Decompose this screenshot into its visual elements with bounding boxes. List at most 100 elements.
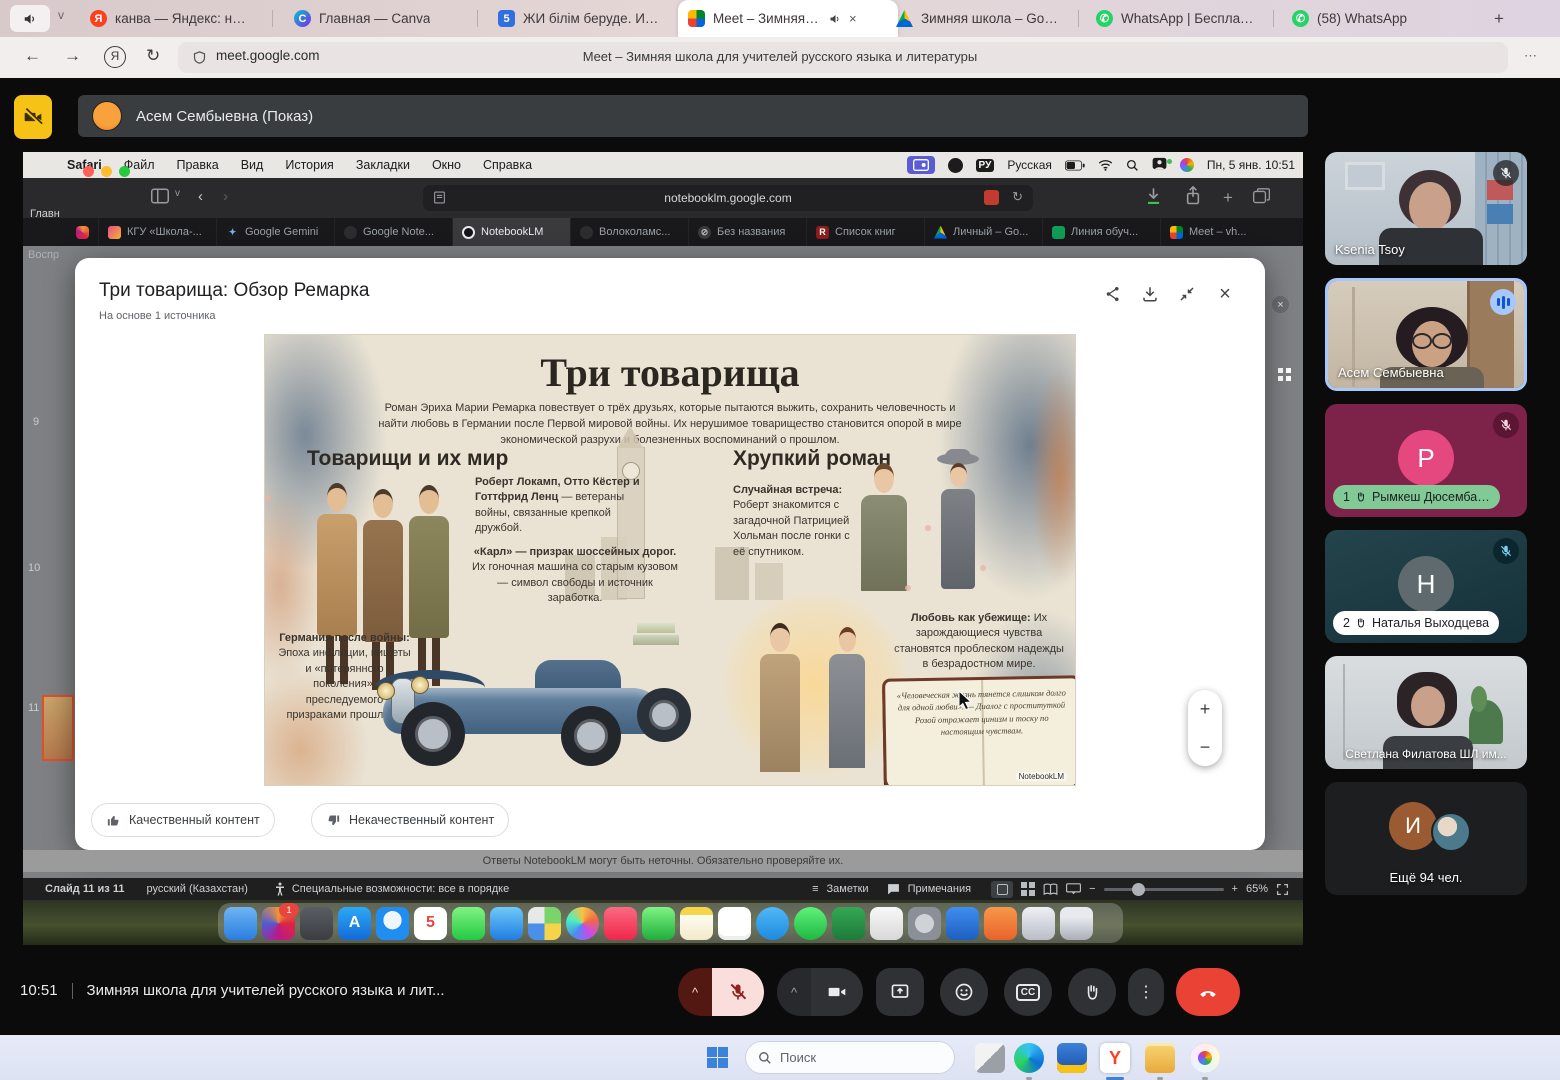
collapse-button[interactable] xyxy=(1175,282,1199,306)
participant-tile-asem-speaking[interactable]: Асем Сембыевна xyxy=(1325,278,1527,391)
menu-edit[interactable]: Правка xyxy=(176,158,218,172)
comments-icon[interactable] xyxy=(887,883,900,895)
mic-options-button[interactable]: ^ xyxy=(678,968,712,1016)
safari-address-bar[interactable]: notebooklm.google.com ↻ xyxy=(423,185,1033,211)
participant-tile-natalya[interactable]: Н 2 Наталья Выходцева xyxy=(1325,530,1527,643)
taskbar-icon-widgets[interactable] xyxy=(975,1043,1005,1073)
safari-tab-2[interactable]: Google Note... xyxy=(335,218,453,246)
windows-start-button[interactable] xyxy=(707,1047,728,1068)
safari-tab-7[interactable]: Личный – Go... xyxy=(925,218,1043,246)
present-button[interactable] xyxy=(876,968,924,1016)
safari-tab-5[interactable]: ⊘Без названия xyxy=(689,218,807,246)
dock-icon-trash[interactable] xyxy=(1060,907,1093,940)
share-icon[interactable] xyxy=(1185,186,1201,205)
participant-tile-rymkesh[interactable]: Р 1 Рымкеш Дюсембаева xyxy=(1325,404,1527,517)
more-icon[interactable]: ⋯ xyxy=(1524,48,1538,64)
dock-icon-keynote[interactable] xyxy=(946,907,979,940)
safari-tab-3-active[interactable]: NotebookLM xyxy=(453,218,571,246)
dock-icon-app-store[interactable]: A xyxy=(338,907,371,940)
raise-hand-button[interactable] xyxy=(1068,968,1116,1016)
dock-icon-whatsapp[interactable] xyxy=(794,907,827,940)
pinned-tab[interactable] xyxy=(67,218,99,246)
zoom-in-icon[interactable]: + xyxy=(1232,883,1238,895)
new-tab-button[interactable]: + xyxy=(1486,6,1512,32)
dock-icon-telegram[interactable] xyxy=(756,907,789,940)
sidebar-icon[interactable] xyxy=(151,188,169,204)
captions-button[interactable]: CC xyxy=(1004,968,1052,1016)
menu-bookmarks[interactable]: Закладки xyxy=(356,158,410,172)
slide-counter[interactable]: Слайд 11 из 11 xyxy=(45,883,124,895)
safari-back-icon[interactable]: ‹ xyxy=(198,188,203,205)
accessibility-status[interactable]: Специальные возможности: все в порядке xyxy=(292,883,509,895)
safari-tab-1[interactable]: ✦Google Gemini xyxy=(217,218,335,246)
book-view-icon[interactable] xyxy=(1043,883,1058,896)
notes-lines-icon[interactable]: ≡ xyxy=(812,883,818,895)
taskbar-search[interactable]: Поиск xyxy=(745,1041,955,1074)
close-window-button[interactable] xyxy=(83,166,94,177)
zoom-slider[interactable] xyxy=(1104,888,1224,891)
zoom-out-button[interactable]: − xyxy=(1200,737,1211,758)
tab-sound-icon[interactable] xyxy=(829,13,841,25)
bad-content-button[interactable]: Некачественный контент xyxy=(311,803,509,837)
menu-clock[interactable]: Пн, 5 янв. 10:51 xyxy=(1207,158,1295,172)
menu-history[interactable]: История xyxy=(285,158,333,172)
camera-off-banner[interactable] xyxy=(14,95,52,139)
camera-toggle-button[interactable] xyxy=(811,968,863,1016)
dock-icon-safari[interactable] xyxy=(376,907,409,940)
browser-tab-yandex[interactable]: Я канва — Яндекс: нашлась xyxy=(80,0,290,37)
fullscreen-icon[interactable] xyxy=(1276,883,1289,896)
dock-icon-calendar[interactable]: 5 xyxy=(414,907,447,940)
safari-tab-9[interactable]: Meet – vh... xyxy=(1161,218,1279,246)
filmstrip-slide-9[interactable]: 9 xyxy=(33,416,39,428)
dock-icon-reminders[interactable] xyxy=(718,907,751,940)
close-icon[interactable]: × xyxy=(1213,282,1237,306)
more-participants-tile[interactable]: И Ещё 94 чел. xyxy=(1325,782,1527,895)
screen-sharing-icon[interactable] xyxy=(907,156,935,174)
menu-view[interactable]: Вид xyxy=(241,158,264,172)
grid-view-button[interactable] xyxy=(1021,882,1035,896)
input-language-badge[interactable]: РУ xyxy=(976,159,995,172)
safari-tab-6[interactable]: RСписок книг xyxy=(807,218,925,246)
dock-icon-books[interactable] xyxy=(984,907,1017,940)
dock-icon-pages[interactable] xyxy=(870,907,903,940)
input-language-label[interactable]: Русская xyxy=(1007,158,1052,172)
zoom-in-button[interactable]: + xyxy=(1200,699,1211,720)
browser-tab-whatsapp2[interactable]: ✆ (58) WhatsApp xyxy=(1282,0,1482,37)
safari-tab-8[interactable]: Линия обуч... xyxy=(1043,218,1161,246)
chevron-down-icon[interactable]: v xyxy=(58,8,64,22)
menu-help[interactable]: Справка xyxy=(483,158,532,172)
camera-options-button[interactable]: ^ xyxy=(777,968,811,1016)
download-button[interactable] xyxy=(1138,282,1162,306)
shield-menu-icon[interactable] xyxy=(948,158,963,173)
presenter-banner[interactable]: Асем Сембыевна (Показ) xyxy=(78,95,1308,137)
participant-tile-ksenia[interactable]: Ksenia Tsoy xyxy=(1325,152,1527,265)
safari-tab-4[interactable]: Волоколамс... xyxy=(571,218,689,246)
share-button[interactable] xyxy=(1101,282,1125,306)
browser-tab-drive[interactable]: Зимняя школа – Google Д xyxy=(886,0,1096,37)
user-switcher-icon[interactable] xyxy=(1152,157,1167,173)
filmstrip-slide-10[interactable]: 10 xyxy=(28,562,40,574)
dock-icon-mail[interactable] xyxy=(490,907,523,940)
document-language[interactable]: русский (Казахстан) xyxy=(146,883,247,895)
notes-toggle[interactable]: Заметки xyxy=(827,883,869,895)
downloads-icon[interactable] xyxy=(1145,187,1162,205)
filmstrip-thumbnail-11[interactable] xyxy=(42,695,74,761)
more-options-button[interactable]: ⋮ xyxy=(1128,968,1164,1016)
tab-overview-icon[interactable] xyxy=(1253,188,1270,204)
dock-icon-preview[interactable] xyxy=(1022,907,1055,940)
filmstrip-slide-11[interactable]: 11 xyxy=(28,702,39,714)
safari-tab-0[interactable]: КГУ «Школа-... xyxy=(99,218,217,246)
dock-icon-system-settings[interactable] xyxy=(908,907,941,940)
dock-icon-photos[interactable]: 1 xyxy=(262,907,295,940)
canvas-zoom-control[interactable]: + − xyxy=(1188,690,1222,766)
taskbar-icon-store[interactable] xyxy=(1057,1043,1087,1073)
mic-toggle-button[interactable] xyxy=(712,968,764,1016)
tab-audio-button[interactable] xyxy=(10,5,50,32)
reader-icon[interactable] xyxy=(433,191,446,204)
safari-new-tab-icon[interactable]: + xyxy=(1223,188,1233,208)
taskbar-icon-explorer[interactable] xyxy=(1145,1043,1175,1073)
minimize-window-button[interactable] xyxy=(101,166,112,177)
blocker-badge[interactable] xyxy=(984,190,999,205)
browser-tab-whatsapp1[interactable]: ✆ WhatsApp | Бесплатный з xyxy=(1086,0,1291,37)
reactions-button[interactable] xyxy=(940,968,988,1016)
